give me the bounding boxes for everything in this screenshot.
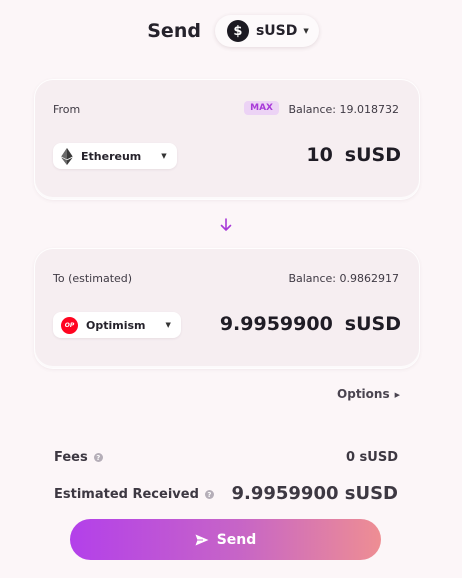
triangle-right-icon: ▶	[394, 391, 400, 399]
estimated-value: 9.9959900 sUSD	[231, 483, 398, 504]
from-chain-name: Ethereum	[81, 149, 142, 163]
arrow-down-icon[interactable]	[219, 218, 233, 232]
to-amount: 9.9959900	[219, 313, 333, 335]
paper-plane-icon	[195, 534, 209, 545]
from-chain-selector[interactable]: Ethereum ▼	[53, 143, 177, 169]
from-label: From	[53, 103, 81, 116]
info-icon[interactable]: ?	[93, 453, 103, 462]
from-amount-input[interactable]: 10 sUSD	[306, 144, 401, 166]
send-button[interactable]: Send	[70, 519, 381, 560]
estimated-row-label: Estimated Received ?	[54, 487, 214, 502]
dollar-icon: $	[226, 20, 249, 42]
to-unit: sUSD	[344, 313, 401, 335]
page-title: Send	[147, 20, 201, 42]
to-label: To (estimated)	[53, 272, 133, 285]
from-balance: Balance: 19.018732	[288, 103, 399, 116]
send-button-label: Send	[216, 531, 257, 548]
to-chain-selector[interactable]: OP Optimism ▼	[53, 312, 181, 338]
header: Send $ sUSD ▼	[0, 13, 462, 49]
to-balance: Balance: 0.9862917	[288, 272, 399, 285]
to-amount-display: 9.9959900 sUSD	[220, 313, 401, 335]
from-card: From MAX Balance: 19.018732 Ethereum ▼ 1…	[35, 80, 419, 199]
chevron-down-icon: ▼	[165, 321, 171, 329]
ethereum-icon	[61, 147, 73, 165]
chevron-down-icon: ▼	[161, 152, 167, 160]
token-selector[interactable]: $ sUSD ▼	[214, 15, 319, 47]
estimated-label: Estimated Received	[54, 487, 199, 502]
options-toggle[interactable]: Options ▶	[337, 387, 400, 401]
optimism-icon: OP	[61, 316, 78, 334]
info-icon[interactable]: ?	[204, 490, 214, 499]
options-label: Options	[337, 387, 390, 401]
from-amount: 10	[306, 144, 333, 166]
max-button[interactable]: MAX	[244, 101, 279, 115]
fees-value: 0 sUSD	[345, 450, 398, 465]
token-symbol: sUSD	[255, 23, 298, 39]
to-chain-name: Optimism	[86, 318, 146, 332]
to-card: To (estimated) Balance: 0.9862917 OP Opt…	[35, 249, 419, 368]
fees-row-label: Fees ?	[54, 450, 103, 465]
fees-label: Fees	[54, 450, 88, 465]
chevron-down-icon: ▼	[303, 27, 309, 35]
from-unit: sUSD	[344, 144, 401, 166]
